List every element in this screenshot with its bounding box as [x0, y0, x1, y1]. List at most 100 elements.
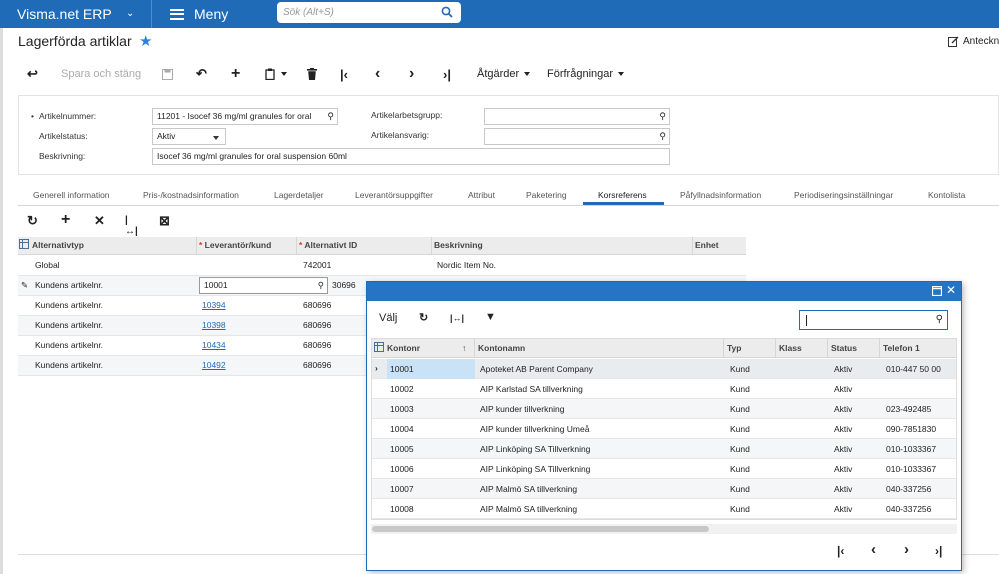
last-record-icon[interactable]: ›|	[443, 63, 451, 85]
responsible-field[interactable]: ⚲	[484, 128, 670, 145]
supplier-link[interactable]: 10434	[202, 340, 226, 350]
tab-warehouse-details[interactable]: Lagerdetaljer	[274, 190, 324, 200]
col-alt-id[interactable]: * Alternativt ID	[299, 240, 357, 250]
col-account-no[interactable]: Kontonr	[387, 343, 420, 353]
lookup-icon[interactable]: ⚲	[318, 280, 324, 291]
back-button[interactable]: ↩	[27, 63, 38, 85]
list-item[interactable]: 10003 AIP kunder tillverkning Kund Aktiv…	[372, 399, 956, 419]
tab-cross-reference[interactable]: Korsreferens	[598, 190, 647, 200]
row-alt-id: 680696	[303, 300, 332, 310]
item-header-form: • Artikelnummer: 11201 - Isocef 36 mg/ml…	[18, 95, 999, 175]
col-account-name[interactable]: Kontonamn	[478, 343, 525, 353]
refresh-icon[interactable]: ↻	[419, 311, 428, 324]
next-record-icon[interactable]: ›	[409, 63, 414, 85]
left-edge-strip	[0, 28, 3, 574]
list-item[interactable]: 10004 AIP kunder tillverkning Umeå Kund …	[372, 419, 956, 439]
dialog-search-input[interactable]: ⚲	[799, 310, 948, 330]
filter-icon[interactable]: ▼	[485, 311, 496, 323]
description-field[interactable]: Isocef 36 mg/ml granules for oral suspen…	[152, 148, 670, 165]
tab-account-list[interactable]: Kontolista	[928, 190, 965, 200]
column-settings-icon[interactable]	[19, 239, 29, 251]
first-record-icon[interactable]: |‹	[340, 63, 348, 85]
first-page-icon[interactable]: |‹	[837, 544, 844, 558]
account-no: 10004	[390, 424, 414, 434]
supplier-link[interactable]: 10398	[202, 320, 226, 330]
col-type[interactable]: Typ	[727, 343, 741, 353]
scrollbar-thumb[interactable]	[372, 526, 709, 532]
previous-record-icon[interactable]: ‹	[375, 63, 380, 85]
account-status: Aktiv	[834, 384, 853, 394]
supplier-link[interactable]: 10394	[202, 300, 226, 310]
add-icon[interactable]: +	[231, 63, 240, 85]
tab-deferral-settings[interactable]: Periodiseringsinställningar	[794, 190, 893, 200]
company-selector[interactable]: Visma.net ERP ⌄	[0, 0, 152, 28]
save-icon[interactable]	[162, 63, 173, 85]
col-description[interactable]: Beskrivning	[434, 240, 483, 250]
supplier-link[interactable]: 10492	[202, 360, 226, 370]
hamburger-icon	[170, 8, 184, 20]
account-type: Kund	[730, 444, 750, 454]
menu-button[interactable]: Meny	[170, 0, 228, 28]
row-type: Kundens artikelnr.	[35, 300, 104, 310]
account-type: Kund	[730, 424, 750, 434]
refresh-icon[interactable]: ↻	[27, 213, 38, 229]
column-settings-icon[interactable]	[374, 342, 384, 354]
lookup-icon[interactable]: ⚲	[659, 111, 666, 122]
tab-supplier-details[interactable]: Leverantörsuppgifter	[355, 190, 433, 200]
table-row[interactable]: Global 742001 Nordic Item No.	[18, 256, 746, 276]
last-page-icon[interactable]: ›|	[935, 544, 942, 558]
search-icon[interactable]	[441, 6, 453, 18]
item-number-value: 11201 - Isocef 36 mg/ml granules for ora…	[157, 111, 312, 121]
list-item[interactable]: 10008 AIP Malmö SA tillverkning Kund Akt…	[372, 499, 956, 519]
sort-ascending-icon: ↑	[462, 343, 467, 353]
copy-paste-menu[interactable]	[265, 63, 287, 85]
list-item-selected[interactable]: › 10001 Apoteket AB Parent Company Kund …	[372, 359, 956, 379]
save-and-close-button[interactable]: Spara och stäng	[61, 63, 141, 85]
lookup-icon[interactable]: ⚲	[327, 111, 334, 122]
list-item[interactable]: 10005 AIP Linköping SA Tillverkning Kund…	[372, 439, 956, 459]
col-alt-type[interactable]: Alternativtyp	[32, 240, 84, 250]
undo-icon[interactable]: ↶	[196, 63, 207, 85]
work-group-field[interactable]: ⚲	[484, 108, 670, 125]
item-number-field[interactable]: 11201 - Isocef 36 mg/ml granules for ora…	[152, 108, 338, 125]
tab-replenishment[interactable]: Påfyllnadsinformation	[680, 190, 761, 200]
fit-columns-icon[interactable]: |↔|	[125, 215, 138, 237]
account-phone: 010-447 50 00	[886, 364, 941, 374]
col-unit[interactable]: Enhet	[695, 240, 719, 250]
export-excel-icon[interactable]: ⊠	[159, 213, 170, 229]
favorite-star-icon[interactable]: ★	[139, 32, 152, 50]
search-icon[interactable]: ⚲	[936, 314, 943, 325]
col-class[interactable]: Klass	[779, 343, 802, 353]
tab-general-information[interactable]: Generell information	[33, 190, 110, 200]
col-supplier[interactable]: * Leverantör/kund	[199, 240, 271, 250]
list-item[interactable]: 10007 AIP Malmö SA tillverkning Kund Akt…	[372, 479, 956, 499]
account-no: 10002	[390, 384, 414, 394]
maximize-icon[interactable]	[931, 285, 943, 299]
lookup-icon[interactable]: ⚲	[659, 131, 666, 142]
global-search-input[interactable]: Sök (Alt+S)	[277, 2, 461, 23]
delete-icon[interactable]	[307, 63, 317, 85]
col-phone[interactable]: Telefon 1	[883, 343, 920, 353]
remove-row-icon[interactable]: ✕	[94, 213, 105, 229]
list-item[interactable]: 10002 AIP Karlstad SA tillverkning Kund …	[372, 379, 956, 399]
next-page-icon[interactable]: ›	[904, 541, 909, 558]
brand-name: Visma.net ERP	[17, 6, 112, 22]
actions-menu[interactable]: Åtgärder	[477, 63, 531, 85]
supplier-edit-field[interactable]: 10001 ⚲	[199, 277, 328, 294]
fit-columns-icon[interactable]: |↔|	[450, 313, 464, 323]
inquiries-label: Förfrågningar	[547, 68, 614, 80]
tab-attributes[interactable]: Attribut	[468, 190, 495, 200]
item-status-label: Artikelstatus:	[39, 131, 88, 141]
item-status-select[interactable]: Aktiv	[152, 128, 226, 145]
inquiries-menu[interactable]: Förfrågningar	[547, 63, 625, 85]
previous-page-icon[interactable]: ‹	[871, 541, 876, 558]
tab-price-cost[interactable]: Pris-/kostnadsinformation	[143, 190, 239, 200]
add-row-icon[interactable]: +	[61, 211, 70, 229]
col-status[interactable]: Status	[831, 343, 857, 353]
select-button[interactable]: Välj	[379, 312, 397, 324]
list-item[interactable]: 10006 AIP Linköping SA Tillverkning Kund…	[372, 459, 956, 479]
close-icon[interactable]: ✕	[946, 283, 956, 297]
notes-button[interactable]: Anteckn	[948, 36, 999, 47]
global-search-placeholder: Sök (Alt+S)	[283, 7, 334, 18]
tab-packaging[interactable]: Paketering	[526, 190, 567, 200]
